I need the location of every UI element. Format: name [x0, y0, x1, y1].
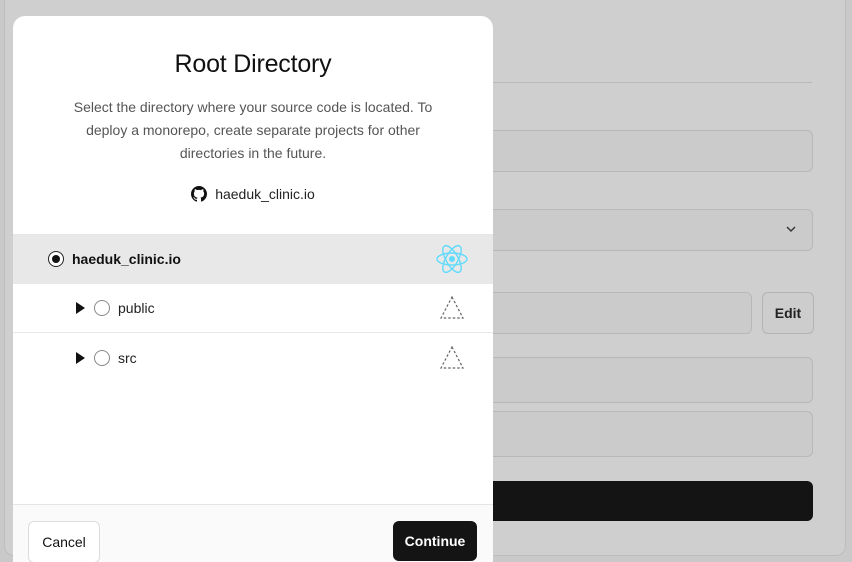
- background-field: [480, 357, 813, 403]
- tree-row-src[interactable]: src: [13, 333, 493, 382]
- modal-description: Select the directory where your source c…: [73, 99, 433, 161]
- background-field: [480, 411, 813, 457]
- background-divider: [480, 82, 812, 83]
- root-radio[interactable]: [48, 251, 64, 267]
- background-select: [480, 209, 813, 251]
- modal-title: Root Directory: [174, 50, 332, 78]
- repo-label: haeduk_clinic.io: [13, 186, 493, 202]
- unknown-framework-icon: [440, 345, 464, 369]
- tree-row-public[interactable]: public: [13, 284, 493, 333]
- chevron-down-icon: [786, 226, 796, 232]
- edit-button: Edit: [762, 292, 814, 334]
- tree-row-label: haeduk_clinic.io: [72, 251, 181, 267]
- background-deploy-button: [480, 481, 813, 521]
- background-root-directory-field: [480, 292, 752, 334]
- tree-row-root[interactable]: haeduk_clinic.io: [13, 235, 493, 284]
- tree-row-label: public: [118, 300, 155, 316]
- modal-footer: Cancel Continue: [13, 504, 493, 562]
- unknown-framework-icon: [440, 295, 464, 319]
- repo-name: haeduk_clinic.io: [215, 186, 315, 202]
- expand-caret-icon[interactable]: [76, 302, 85, 314]
- cancel-button[interactable]: Cancel: [28, 521, 100, 562]
- background-input: [480, 130, 813, 172]
- react-icon: [436, 244, 468, 274]
- src-radio[interactable]: [94, 349, 110, 366]
- directory-tree: haeduk_clinic.io public src: [13, 234, 493, 382]
- continue-button[interactable]: Continue: [393, 521, 477, 561]
- expand-caret-icon[interactable]: [76, 351, 85, 364]
- public-radio[interactable]: [94, 300, 110, 316]
- tree-row-label: src: [118, 349, 137, 366]
- root-directory-modal: Root Directory Select the directory wher…: [13, 16, 493, 562]
- github-icon: [191, 186, 208, 202]
